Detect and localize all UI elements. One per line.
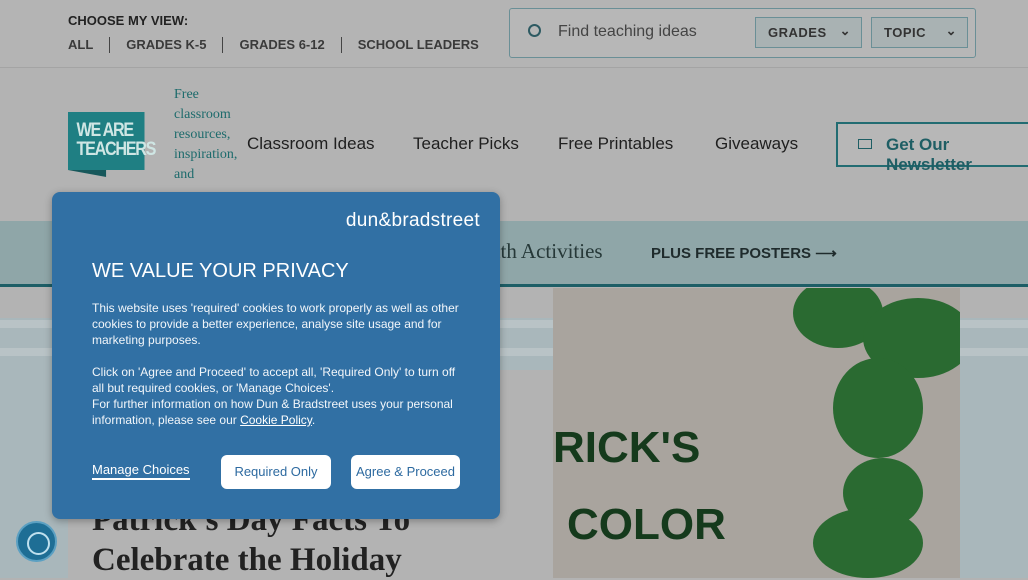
nav-classroom-ideas[interactable]: Classroom Ideas <box>247 134 375 154</box>
agree-proceed-button[interactable]: Agree & Proceed <box>351 455 460 489</box>
search-input[interactable]: Find teaching ideas <box>558 23 697 41</box>
banner-text: nth Activities <box>490 239 603 263</box>
newsletter-button[interactable]: Get Our Newsletter <box>836 122 1028 174</box>
chevron-down-icon: ⌄ <box>839 23 851 38</box>
consent-paragraph: This website uses 'required' cookies to … <box>92 301 459 347</box>
top-bar: CHOOSE MY VIEW: ALL GRADES K-5 GRADES 6-… <box>0 0 1028 68</box>
consent-text: This website uses 'required' cookies to … <box>92 300 464 428</box>
required-only-button[interactable]: Required Only <box>221 455 331 489</box>
newsletter-label: Get Our Newsletter <box>886 135 972 174</box>
view-all-link[interactable]: ALL <box>68 37 109 53</box>
grades-dropdown[interactable]: GRADES ⌄ <box>755 17 862 48</box>
consent-title: WE VALUE YOUR PRIVACY <box>92 260 349 282</box>
choose-view-label: CHOOSE MY VIEW: <box>68 13 189 28</box>
consent-paragraph: For further information on how Dun & Bra… <box>92 397 453 427</box>
view-leaders-link[interactable]: SCHOOL LEADERS <box>340 37 495 53</box>
grades-label: GRADES <box>768 25 827 40</box>
image-text: RICK'S <box>553 423 701 472</box>
image-text: COLOR <box>567 500 726 549</box>
manage-choices-link[interactable]: Manage Choices <box>92 462 190 480</box>
search-icon[interactable] <box>528 24 541 37</box>
cookie-settings-icon[interactable] <box>16 521 57 562</box>
we-are-teachers-logo[interactable]: WE ARE TEACHERS <box>68 112 156 170</box>
banner-cta-label: PLUS FREE POSTERS <box>651 245 812 262</box>
search-box: Find teaching ideas GRADES ⌄ TOPIC ⌄ <box>509 8 976 58</box>
arrow-right-icon: ⟶ <box>815 245 837 262</box>
article-image[interactable]: RICK'S COLOR <box>553 288 960 578</box>
tagline: Free classroom resources, inspiration, a… <box>174 87 238 182</box>
envelope-icon <box>858 139 872 149</box>
view-links: ALL GRADES K-5 GRADES 6-12 SCHOOL LEADER… <box>68 37 495 53</box>
nav-giveaways[interactable]: Giveaways <box>715 134 798 154</box>
privacy-consent-dialog: dun&bradstreet WE VALUE YOUR PRIVACY Thi… <box>52 192 500 519</box>
cookie-policy-link[interactable]: Cookie Policy <box>240 413 312 427</box>
view-612-link[interactable]: GRADES 6-12 <box>222 37 340 53</box>
dun-bradstreet-logo: dun&bradstreet <box>345 210 480 231</box>
topic-dropdown[interactable]: TOPIC ⌄ <box>871 17 968 48</box>
consent-paragraph: Click on 'Agree and Proceed' to accept a… <box>92 365 456 395</box>
chevron-down-icon: ⌄ <box>945 23 957 38</box>
nav-teacher-picks[interactable]: Teacher Picks <box>413 134 519 154</box>
view-k5-link[interactable]: GRADES K-5 <box>109 37 222 53</box>
topic-label: TOPIC <box>884 25 926 40</box>
nav-free-printables[interactable]: Free Printables <box>558 134 673 154</box>
banner-cta[interactable]: PLUS FREE POSTERS ⟶ <box>651 244 837 262</box>
